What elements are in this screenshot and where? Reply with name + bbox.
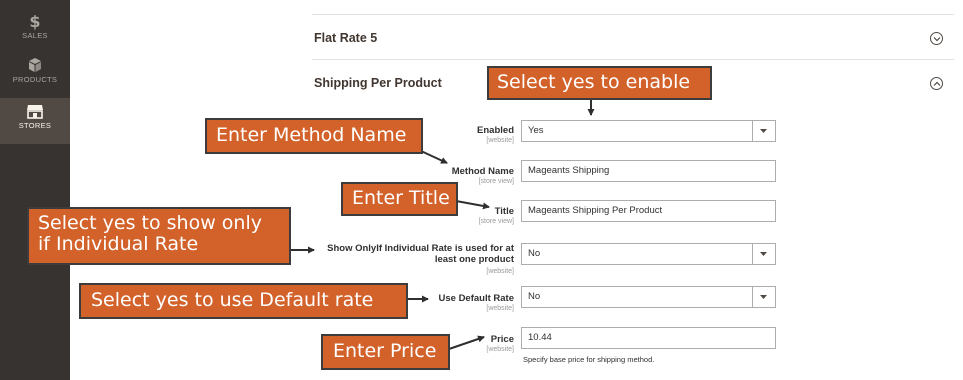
arrow-price bbox=[448, 335, 485, 350]
callout-individual-rate: Select yes to show only if Individual Ra… bbox=[27, 207, 291, 265]
callout-enable: Select yes to enable bbox=[487, 66, 712, 100]
callout-individual-rate-line1: Select yes to show only bbox=[38, 212, 262, 234]
callout-price: Enter Price bbox=[321, 334, 450, 370]
arrow-method-name bbox=[420, 150, 448, 164]
callout-method-name: Enter Method Name bbox=[205, 118, 423, 154]
callout-title: Enter Title bbox=[341, 182, 458, 216]
annotation-arrows bbox=[290, 100, 595, 350]
arrow-title bbox=[455, 200, 490, 210]
callout-default-rate: Select yes to use Default rate bbox=[79, 283, 408, 319]
callout-individual-rate-line2: if Individual Rate bbox=[38, 232, 199, 255]
